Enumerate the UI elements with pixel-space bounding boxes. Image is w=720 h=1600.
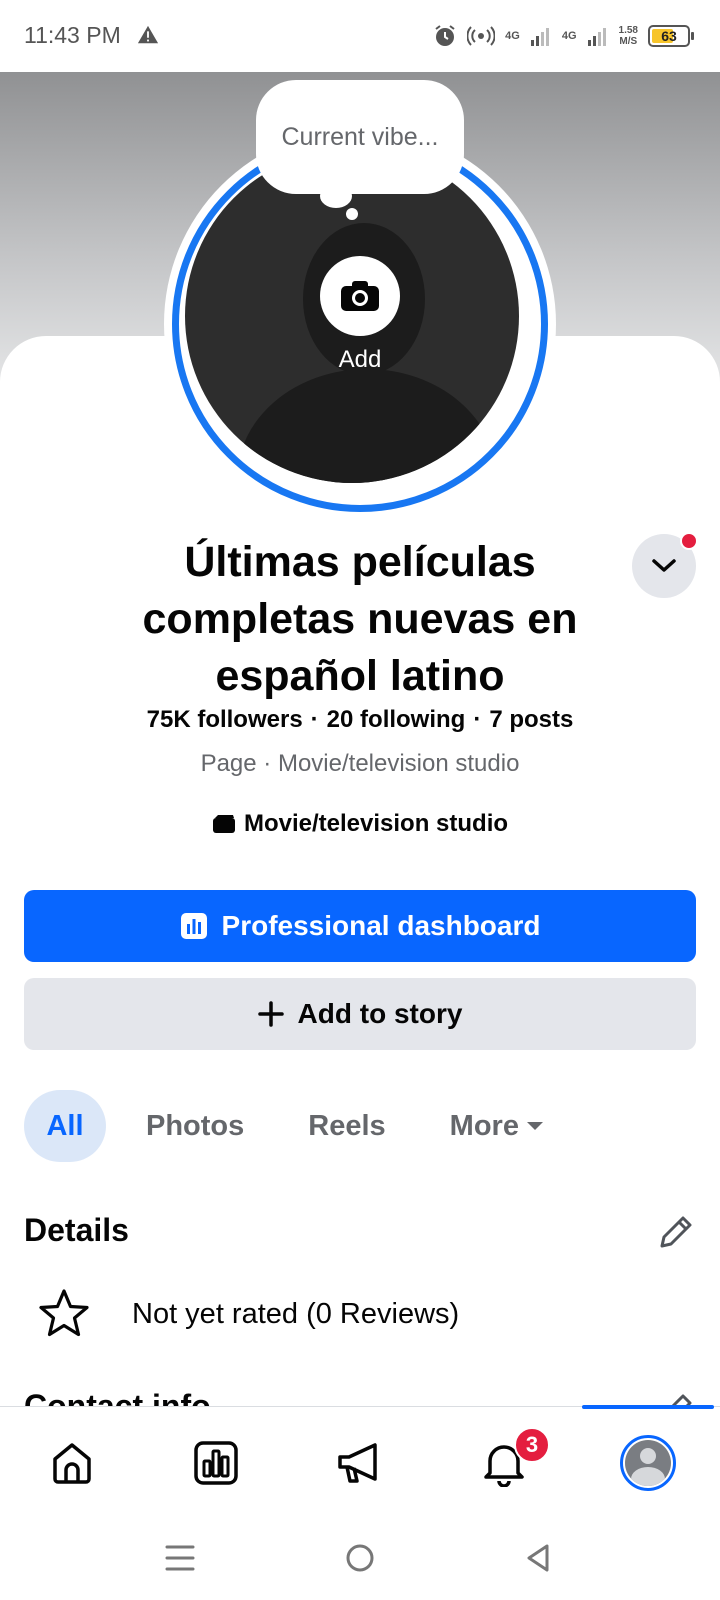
menu-icon [165,1545,195,1571]
rating-text: Not yet rated (0 Reviews) [132,1297,460,1330]
battery-icon: 63 [648,25,694,47]
megaphone-icon [338,1443,377,1483]
network-speed: 1.58 M/S [618,25,638,47]
signal-icon [587,28,606,46]
plus-icon [257,1001,284,1027]
tab-more[interactable]: More [450,1090,545,1162]
page-title: Últimas películas completas nuevas en es… [142,538,578,700]
home-icon [53,1443,91,1484]
add-photo-button[interactable] [320,256,400,336]
home-button[interactable] [340,1538,380,1578]
back-triangle-icon [527,1544,549,1572]
tab-reels[interactable]: Reels [308,1090,385,1162]
active-tab-indicator [582,1405,714,1409]
bubble-tail-small [346,208,358,220]
warning-icon [137,25,159,44]
bubble-tail [320,184,352,208]
signal-icon [530,28,549,46]
bubble-placeholder: Current vibe... [281,122,439,151]
battery-level: 63 [661,28,677,44]
dashboard-icon [180,913,207,939]
followers-count[interactable]: 75K followers [147,706,303,733]
nav-dashboard[interactable] [180,1427,252,1499]
profile-stats: 75K followers · 20 following · 7 posts [0,706,720,734]
professional-dashboard-label: Professional dashboard [221,910,541,941]
status-icons: 4G 4G 1.58 M/S 63 [433,20,694,52]
nav-profile[interactable] [612,1427,684,1499]
hotspot-icon [467,26,496,46]
notification-badge: 3 [514,1427,550,1463]
notification-dot [680,532,698,550]
silhouette-body [237,369,497,483]
circle-icon [346,1544,374,1572]
dashboard-icon [194,1441,238,1485]
alarm-icon [435,25,455,46]
back-button[interactable] [518,1538,558,1578]
caret-down-icon [526,1122,543,1130]
page-category: Movie/television studio [0,810,720,838]
current-vibe-bubble[interactable]: Current vibe... [256,80,464,194]
following-count[interactable]: 20 following [327,706,466,733]
status-bar: 11:43 PM 4G 4G 1.58 M/S 63 [0,0,720,72]
page-subtitle: Page · Movie/television studio [200,750,520,777]
tab-all[interactable]: All [24,1090,106,1162]
clapperboard-icon [212,815,235,833]
add-photo-label: Add [338,346,382,373]
add-to-story-button[interactable]: Add to story [24,978,696,1050]
details-heading: Details [24,1212,129,1248]
system-navigation [0,1520,720,1600]
network-type-1: 4G [505,29,520,42]
camera-icon [341,281,379,311]
separator: · [310,706,319,733]
category-label: Movie/television studio [243,810,509,837]
bottom-navigation: 3 [0,1405,720,1520]
pencil-icon[interactable] [656,1212,696,1252]
chevron-down-icon [652,559,676,572]
add-to-story-label: Add to story [297,998,463,1029]
nav-home[interactable] [36,1427,108,1499]
tab-photos[interactable]: Photos [146,1090,244,1162]
avatar-silhouette [625,1440,671,1486]
nav-ads[interactable] [324,1427,396,1499]
tab-more-label: More [449,1109,519,1142]
recent-apps-button[interactable] [160,1538,200,1578]
status-time: 11:43 PM [24,22,121,48]
professional-dashboard-button[interactable]: Professional dashboard [24,890,696,962]
profile-tabs: All Photos Reels More [24,1090,545,1162]
rating-row[interactable]: Not yet rated (0 Reviews) [24,1288,696,1340]
network-type-2: 4G [561,29,577,42]
separator: · [473,706,482,733]
star-icon [39,1289,89,1337]
profile-avatar [620,1435,676,1491]
posts-count: 7 posts [489,706,574,733]
